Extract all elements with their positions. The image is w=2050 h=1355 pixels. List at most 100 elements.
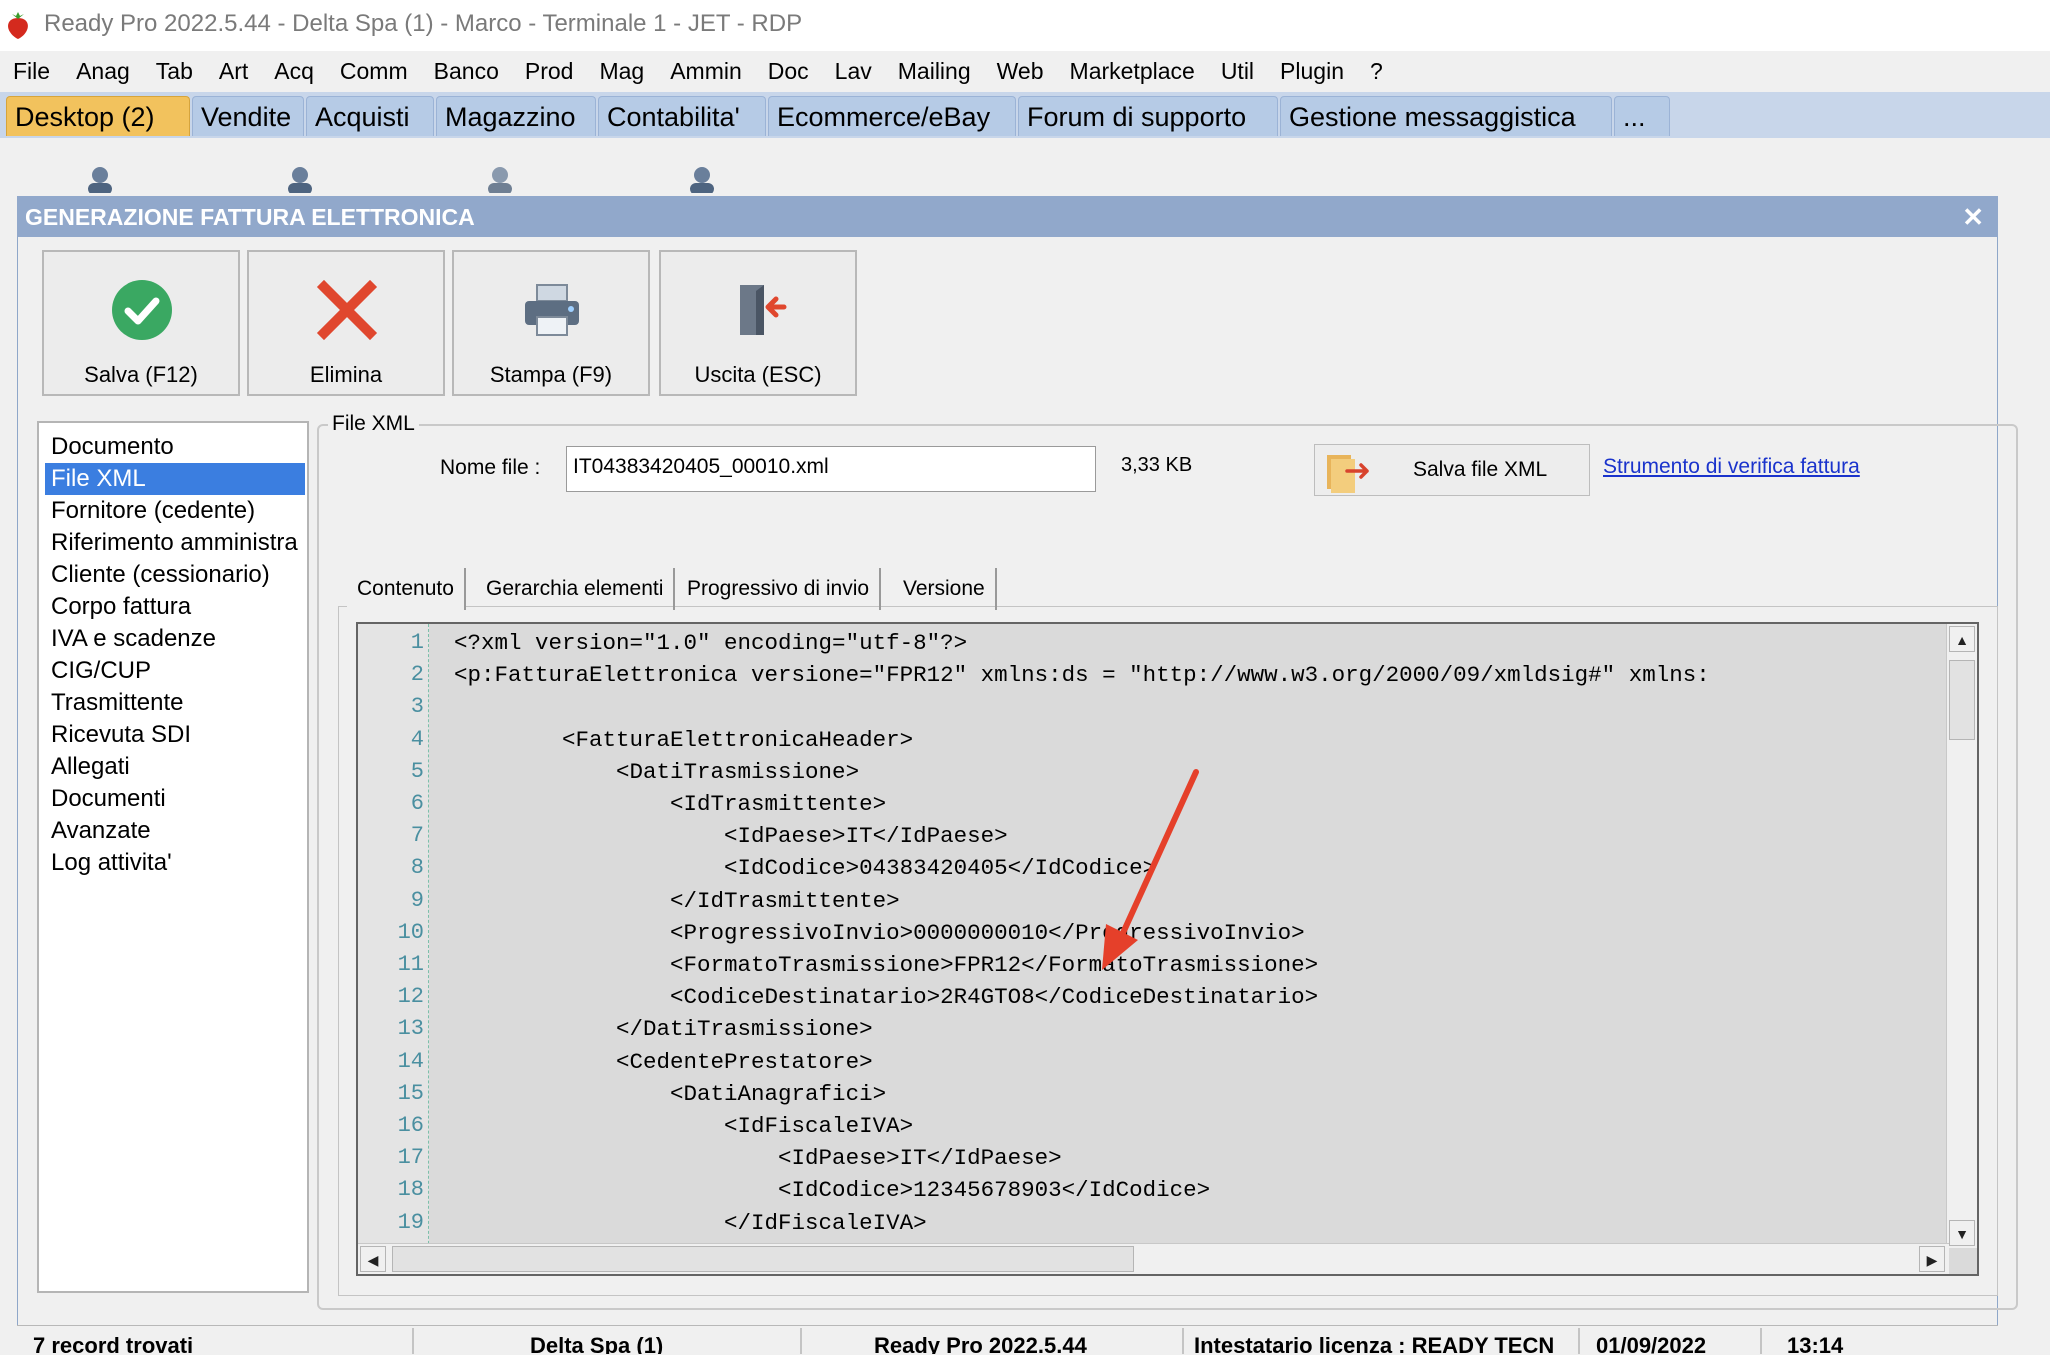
nav-item-corpo[interactable]: Corpo fattura — [45, 591, 305, 623]
file-xml-group-label: File XML — [328, 412, 419, 436]
nav-item-trasmittente[interactable]: Trasmittente — [45, 687, 305, 719]
user-icon[interactable] — [78, 163, 118, 195]
tab-desktop[interactable]: Desktop (2) — [6, 96, 190, 136]
user-icon[interactable] — [278, 163, 318, 195]
nav-item-riferimento[interactable]: Riferimento amministra — [45, 527, 305, 559]
nav-item-ricevuta-sdi[interactable]: Ricevuta SDI — [45, 719, 305, 751]
menu-art[interactable]: Art — [206, 58, 261, 85]
nav-item-documento[interactable]: Documento — [45, 431, 305, 463]
menu-banco[interactable]: Banco — [421, 58, 512, 85]
filename-input[interactable]: IT04383420405_00010.xml — [566, 446, 1096, 492]
menu-tab[interactable]: Tab — [143, 58, 206, 85]
tab-messaggistica[interactable]: Gestione messaggistica — [1280, 96, 1612, 136]
window-title: Ready Pro 2022.5.44 - Delta Spa (1) - Ma… — [44, 10, 803, 37]
status-record-count: 7 record trovati — [33, 1333, 194, 1354]
tab-vendite[interactable]: Vendite — [192, 96, 304, 136]
menu-prod[interactable]: Prod — [512, 58, 587, 85]
printer-icon — [525, 284, 579, 336]
close-icon[interactable]: ✕ — [1962, 202, 1984, 233]
menu-help[interactable]: ? — [1357, 58, 1396, 85]
xml-code-editor[interactable]: 1 2 3 4 5 6 7 8 9 10 11 12 13 14 15 16 17 18 19 <?xml vers… — [356, 622, 1979, 1276]
tab-contabilita[interactable]: Contabilita' — [598, 96, 766, 136]
menu-web[interactable]: Web — [984, 58, 1057, 85]
line-number: 17 — [397, 1145, 424, 1171]
line-number: 3 — [410, 694, 424, 720]
tab-acquisti[interactable]: Acquisti — [306, 96, 434, 136]
scroll-right-icon[interactable]: ▶ — [1919, 1246, 1945, 1272]
nav-item-cliente[interactable]: Cliente (cessionario) — [45, 559, 305, 591]
code-line: </IdTrasmittente> — [454, 887, 900, 914]
code-line: <IdPaese>IT</IdPaese> — [454, 1145, 1062, 1172]
menu-anag[interactable]: Anag — [63, 58, 143, 85]
status-divider — [800, 1328, 802, 1354]
code-line: <?xml version="1.0" encoding="utf-8"?> — [454, 630, 968, 656]
menu-mag[interactable]: Mag — [586, 58, 657, 85]
menu-mailing[interactable]: Mailing — [885, 58, 984, 85]
delete-button[interactable]: Elimina — [247, 250, 445, 396]
tab-magazzino[interactable]: Magazzino — [436, 96, 596, 136]
line-number: 4 — [410, 726, 424, 752]
menu-marketplace[interactable]: Marketplace — [1057, 58, 1208, 85]
tab-versione[interactable]: Versione — [893, 568, 997, 610]
tab-ecommerce[interactable]: Ecommerce/eBay — [768, 96, 1016, 136]
menu-ammin[interactable]: Ammin — [657, 58, 755, 85]
menu-file[interactable]: File — [0, 58, 63, 85]
save-button[interactable]: Salva (F12) — [42, 250, 240, 396]
menu-util[interactable]: Util — [1208, 58, 1267, 85]
nav-item-file-xml[interactable]: File XML — [45, 463, 305, 495]
code-line: <IdCodice>04383420405</IdCodice> — [454, 855, 1157, 882]
code-line: <p:FatturaElettronica versione="FPR12" x… — [454, 662, 1710, 689]
status-license: Intestatario licenza : READY TECN — [1194, 1333, 1555, 1354]
code-line: <FormatoTrasmissione>FPR12</FormatoTrasm… — [454, 952, 1319, 978]
scroll-left-icon[interactable]: ◀ — [360, 1246, 386, 1272]
menubar: File Anag Tab Art Acq Comm Banco Prod Ma… — [0, 51, 2050, 92]
tab-forum[interactable]: Forum di supporto — [1018, 96, 1278, 136]
code-line: <IdCodice>12345678903</IdCodice> — [454, 1177, 1211, 1204]
save-xml-button[interactable]: Salva file XML — [1314, 444, 1590, 496]
tab-contenuto[interactable]: Contenuto — [347, 568, 466, 610]
nav-item-iva[interactable]: IVA e scadenze — [45, 623, 305, 655]
menu-comm[interactable]: Comm — [327, 58, 421, 85]
window-titlebar: Ready Pro 2022.5.44 - Delta Spa (1) - Ma… — [0, 0, 2050, 51]
code-line: <IdPaese>IT</IdPaese> — [454, 823, 1008, 850]
print-button[interactable]: Stampa (F9) — [452, 250, 650, 396]
menu-acq[interactable]: Acq — [261, 58, 327, 85]
line-number: 7 — [410, 823, 424, 849]
tab-progressivo[interactable]: Progressivo di invio — [677, 568, 882, 610]
vertical-scrollbar[interactable]: ▲ ▼ — [1946, 624, 1977, 1248]
horizontal-scrollbar[interactable]: ◀ ▶ — [358, 1243, 1949, 1274]
status-company: Delta Spa (1) — [530, 1333, 664, 1354]
nav-item-avanzate[interactable]: Avanzate — [45, 815, 305, 847]
tab-gerarchia[interactable]: Gerarchia elementi — [476, 568, 676, 610]
code-line: <FatturaElettronicaHeader> — [454, 726, 914, 753]
user-icon[interactable] — [680, 163, 720, 195]
print-button-label: Stampa (F9) — [489, 362, 613, 387]
menu-lav[interactable]: Lav — [822, 58, 885, 85]
vertical-scroll-thumb[interactable] — [1949, 660, 1975, 740]
line-number-gutter: 1 2 3 4 5 6 7 8 9 10 11 12 13 14 15 16 17 18 19 — [358, 624, 429, 1274]
nav-item-cig-cup[interactable]: CIG/CUP — [45, 655, 305, 687]
menu-doc[interactable]: Doc — [755, 58, 822, 85]
horizontal-scroll-thumb[interactable] — [392, 1246, 1134, 1272]
user-icon[interactable] — [478, 163, 518, 195]
scroll-up-icon[interactable]: ▲ — [1949, 626, 1975, 652]
nav-item-log[interactable]: Log attivita' — [45, 847, 305, 879]
export-file-icon — [1327, 455, 1369, 493]
verify-invoice-link[interactable]: Strumento di verifica fattura — [1603, 455, 1860, 479]
exit-button[interactable]: Uscita (ESC) — [659, 250, 857, 396]
menu-plugin[interactable]: Plugin — [1267, 58, 1357, 85]
nav-item-documenti[interactable]: Documenti — [45, 783, 305, 815]
status-divider — [1760, 1328, 1762, 1354]
code-line: <DatiAnagrafici> — [454, 1080, 887, 1107]
scroll-down-icon[interactable]: ▼ — [1949, 1220, 1975, 1246]
line-number: 16 — [397, 1113, 424, 1138]
section-nav: Documento File XML Fornitore (cedente) R… — [37, 421, 309, 1293]
nav-item-fornitore[interactable]: Fornitore (cedente) — [45, 495, 305, 527]
line-number: 1 — [410, 630, 424, 655]
tab-more[interactable]: ... — [1614, 96, 1670, 136]
code-line: <CodiceDestinatario>2R4GTO8</CodiceDesti… — [454, 984, 1319, 1011]
nav-item-allegati[interactable]: Allegati — [45, 751, 305, 783]
line-number: 11 — [397, 952, 424, 977]
line-number: 19 — [397, 1209, 424, 1235]
filename-label: Nome file : — [440, 456, 541, 479]
